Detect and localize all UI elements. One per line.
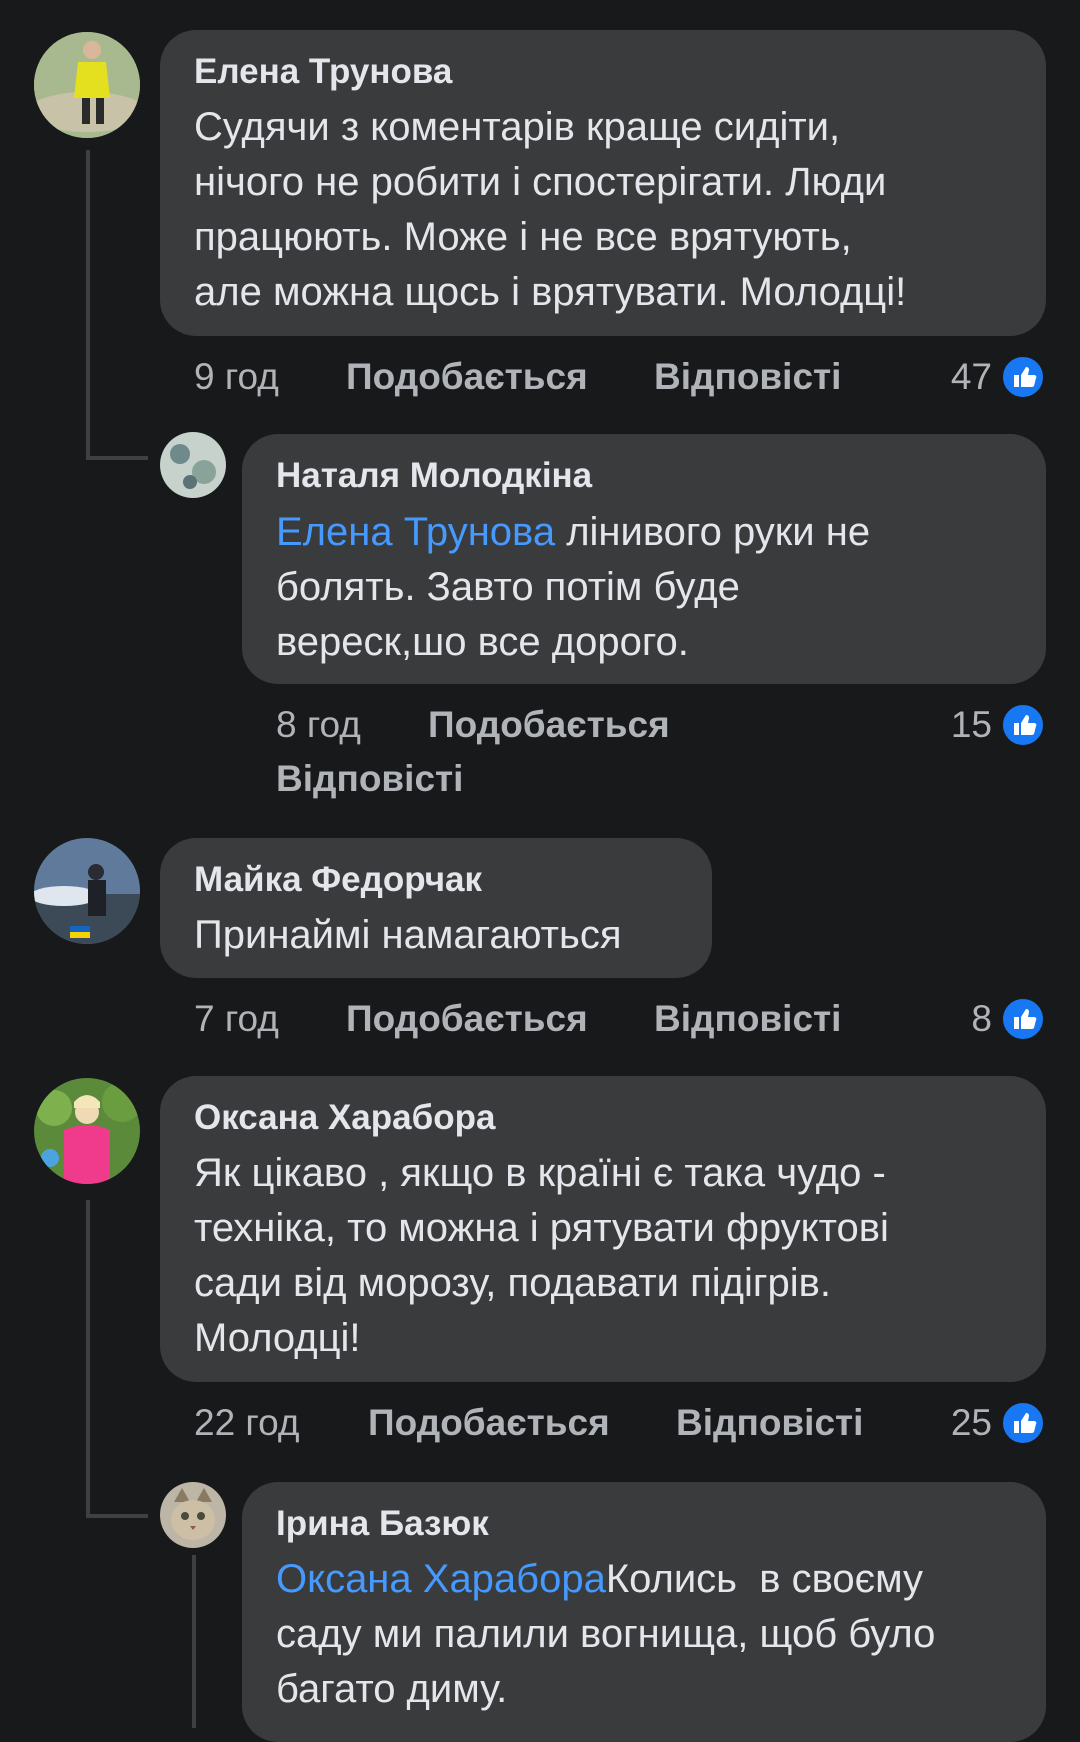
reaction-count[interactable]: 47: [900, 356, 992, 398]
comment-line: техніка, то можна і рятувати фруктові: [194, 1206, 889, 1250]
thread-line: [86, 1200, 90, 1518]
comment-line: сади від морозу, подавати підігрів.: [194, 1261, 831, 1305]
thread-line-elbow: [86, 456, 148, 460]
avatar[interactable]: [34, 32, 140, 138]
comment-line: Оксана ХарабораКолись в своєму: [276, 1552, 1036, 1607]
comment-line-text: лінивого руки не: [555, 510, 871, 554]
comment-author[interactable]: Оксана Харабора: [194, 1098, 495, 1138]
comment-line: нічого не робити і спостерігати. Люди: [194, 160, 887, 204]
comment-line: багато диму.: [276, 1667, 508, 1711]
reply-button[interactable]: Відповісті: [654, 998, 841, 1040]
reply-button[interactable]: Відповісті: [276, 758, 463, 800]
reaction-count[interactable]: 25: [900, 1402, 992, 1444]
thumbs-up-icon[interactable]: [1000, 996, 1046, 1042]
comment-author[interactable]: Елена Трунова: [194, 52, 452, 92]
reaction-count[interactable]: 15: [900, 704, 992, 746]
reply-button[interactable]: Відповісті: [654, 356, 841, 398]
thumbs-up-icon[interactable]: [1000, 702, 1046, 748]
comment-author[interactable]: Ірина Базюк: [276, 1504, 489, 1544]
comment-time[interactable]: 7 год: [194, 998, 279, 1040]
thumbs-up-icon[interactable]: [1000, 1400, 1046, 1446]
mention-link[interactable]: Оксана Харабора: [276, 1557, 606, 1601]
reaction-count[interactable]: 8: [900, 998, 992, 1040]
thread-line-elbow: [86, 1514, 148, 1518]
like-button[interactable]: Подобається: [428, 704, 670, 746]
comment-line: болять. Завто потім буде: [276, 565, 740, 609]
comment-text: Принаймі намагаються: [194, 908, 694, 963]
thread-line: [192, 1555, 196, 1728]
thread-line: [86, 150, 90, 460]
comment-line: Молодці!: [194, 1316, 361, 1360]
comment-text: Елена Трунова лінивого руки не болять. З…: [276, 505, 1036, 670]
comment-line: але можна щось і врятувати. Молодці!: [194, 270, 907, 314]
comment-author[interactable]: Наталя Молодкіна: [276, 456, 592, 496]
comment-line-text: Колись в своєму: [605, 1557, 924, 1601]
comment-line: Судячи з коментарів краще сидіти,: [194, 105, 841, 149]
comment-text: Оксана ХарабораКолись в своєму саду ми п…: [276, 1552, 1036, 1717]
comment-line: Принаймі намагаються: [194, 913, 622, 957]
comment-text: Як цікаво , якщо в країні є така чудо - …: [194, 1146, 1044, 1366]
comment-time[interactable]: 22 год: [194, 1402, 299, 1444]
comment-line: Елена Трунова лінивого руки не: [276, 505, 1036, 560]
comment-author[interactable]: Майка Федорчак: [194, 860, 482, 900]
mention-link[interactable]: Елена Трунова: [276, 510, 555, 554]
avatar[interactable]: [160, 1482, 226, 1548]
like-button[interactable]: Подобається: [346, 998, 588, 1040]
like-button[interactable]: Подобається: [346, 356, 588, 398]
avatar[interactable]: [34, 1078, 140, 1184]
avatar[interactable]: [160, 432, 226, 498]
reply-button[interactable]: Відповісті: [676, 1402, 863, 1444]
comment-time[interactable]: 9 год: [194, 356, 279, 398]
comment-line: вереск,шо все дорого.: [276, 620, 689, 664]
thumbs-up-icon[interactable]: [1000, 354, 1046, 400]
comment-time[interactable]: 8 год: [276, 704, 361, 746]
comment-line: Як цікаво , якщо в країні є така чудо -: [194, 1151, 886, 1195]
comment-text: Судячи з коментарів краще сидіти, нічого…: [194, 100, 1034, 320]
avatar[interactable]: [34, 838, 140, 944]
like-button[interactable]: Подобається: [368, 1402, 610, 1444]
comment-line: саду ми палили вогнища, щоб було: [276, 1612, 936, 1656]
comment-line: працюють. Може і не все врятують,: [194, 215, 852, 259]
